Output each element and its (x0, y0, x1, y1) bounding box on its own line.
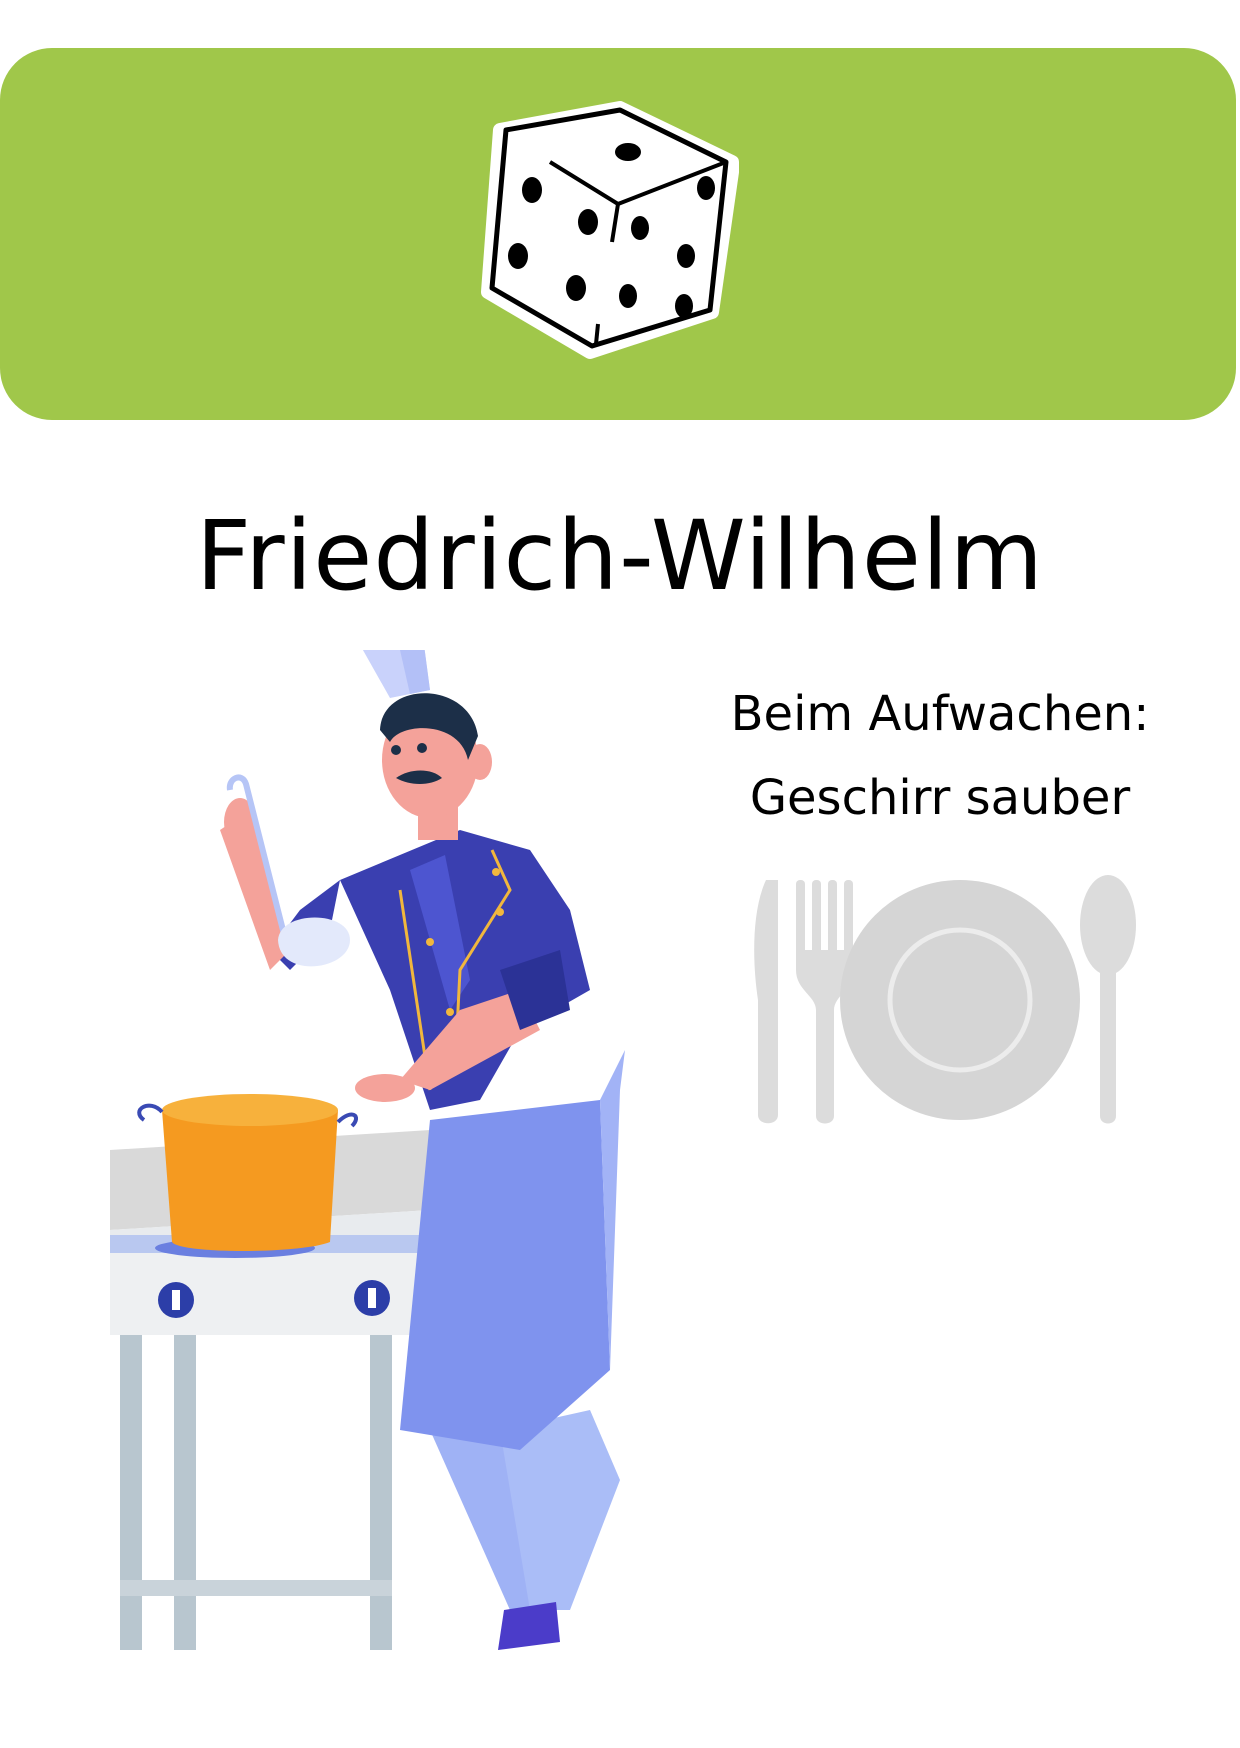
task-line-2: Geschirr sauber (749, 770, 1131, 826)
plate-cutlery-icon (754, 875, 1136, 1124)
dice-icon (481, 101, 739, 359)
task-description: Beim Aufwachen: Geschirr sauber (680, 672, 1200, 840)
page-title: Friedrich-Wilhelm (195, 500, 1045, 612)
task-line-1: Beim Aufwachen: (730, 686, 1150, 742)
chef-cooking-illustration (110, 650, 625, 1650)
